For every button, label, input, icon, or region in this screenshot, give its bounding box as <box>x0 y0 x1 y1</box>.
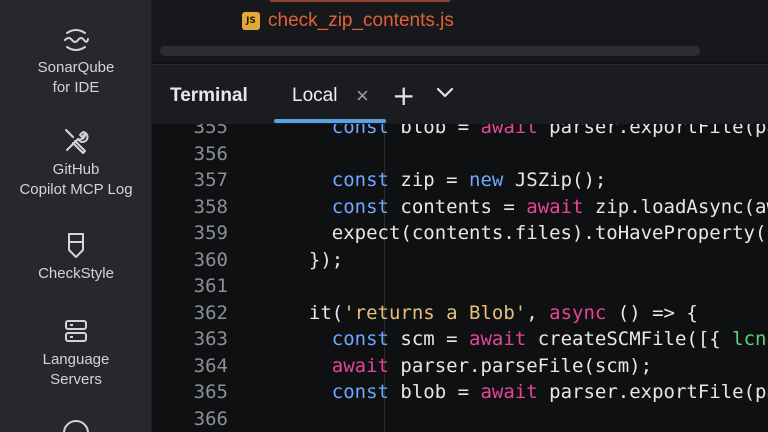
tab-local[interactable]: Local × <box>274 65 386 125</box>
code-line: 366 <box>152 406 768 432</box>
code-line: 358 const contents = await zip.loadAsync… <box>152 194 768 220</box>
code-line: 360 }); <box>152 247 768 273</box>
file-tree-item[interactable]: JS check_zip_contents.js <box>242 10 454 32</box>
code-line: 359 expect(contents.files).toHavePropert… <box>152 220 768 246</box>
code-text: const blob = await parser.exportFile(par <box>331 381 768 403</box>
tab-label: Local <box>292 85 338 106</box>
previous-file-row <box>270 0 450 2</box>
sidebar-item-partial-icon[interactable] <box>63 420 89 432</box>
sidebar-item-label: SonarQube <box>37 59 115 76</box>
tool-window-sidebar: SonarQube for IDE GitHub Copilot MCP Log… <box>0 0 152 432</box>
sidebar-item-github-copilot-mcp-log[interactable]: GitHub Copilot MCP Log <box>0 126 152 200</box>
sidebar-item-label: Copilot MCP Log <box>19 181 133 198</box>
code-line: 362 it('returns a Blob', async () => { <box>152 300 768 326</box>
line-number: 363 <box>193 328 228 350</box>
code-text: await parser.parseFile(scm); <box>331 354 653 377</box>
line-number: 364 <box>193 354 228 377</box>
line-number: 360 <box>193 248 228 271</box>
code-line: 357 const zip = new JSZip(); <box>152 167 768 193</box>
sonar-wave-icon <box>64 29 89 51</box>
code-line: 355 const blob = await parser.exportFile… <box>152 124 768 140</box>
line-number: 358 <box>193 195 228 218</box>
sidebar-item-language-servers[interactable]: Language Servers <box>0 316 152 390</box>
code-line: 361 <box>152 273 768 299</box>
close-icon[interactable]: × <box>356 83 369 109</box>
active-tab-indicator <box>274 119 386 123</box>
line-number: 362 <box>193 301 228 324</box>
code-text: const zip = new JSZip(); <box>331 169 607 191</box>
sidebar-item-label: for IDE <box>52 79 100 96</box>
horizontal-scrollbar[interactable] <box>160 46 700 56</box>
code-text: it('returns a Blob', async () => { <box>286 301 698 324</box>
add-tab-icon[interactable]: + <box>392 79 415 112</box>
sidebar-item-label: Servers <box>50 371 102 388</box>
line-number: 366 <box>193 407 228 430</box>
sidebar-item-label: GitHub <box>52 161 100 178</box>
line-number: 365 <box>193 381 228 403</box>
code-text: }); <box>286 248 344 271</box>
server-stack-icon <box>65 320 87 342</box>
code-text: const blob = await parser.exportFile(par <box>331 124 768 138</box>
sidebar-item-sonarqube[interactable]: SonarQube for IDE <box>0 24 152 98</box>
file-name: check_zip_contents.js <box>268 10 454 31</box>
sidebar-item-checkstyle[interactable]: CheckStyle <box>0 230 152 284</box>
chevron-down-icon[interactable] <box>434 81 456 103</box>
wrench-screwdriver-icon <box>65 129 89 154</box>
line-number: 355 <box>193 124 228 138</box>
terminal-title: Terminal <box>170 85 248 106</box>
terminal-output[interactable]: 355 const blob = await parser.exportFile… <box>152 124 768 432</box>
code-text: expect(contents.files).toHaveProperty('C <box>286 222 768 244</box>
sidebar-item-label: CheckStyle <box>38 265 114 282</box>
project-file-area: JS check_zip_contents.js <box>152 0 768 62</box>
checkstyle-shield-icon <box>68 233 84 258</box>
code-line: 364 await parser.parseFile(scm); <box>152 353 768 379</box>
code-text: const contents = await zip.loadAsync(awa <box>331 195 768 218</box>
code-line: 365 const blob = await parser.exportFile… <box>152 379 768 405</box>
code-text: const scm = await createSCMFile([{ lcn: <box>331 328 768 350</box>
code-line: 363 const scm = await createSCMFile([{ l… <box>152 326 768 352</box>
code-line: 356 <box>152 141 768 167</box>
line-number: 356 <box>193 142 228 165</box>
javascript-file-icon: JS <box>242 12 260 30</box>
line-number: 359 <box>193 222 228 244</box>
line-number: 361 <box>193 275 228 297</box>
line-number: 357 <box>193 169 228 191</box>
sidebar-item-label: Language <box>42 351 110 368</box>
terminal-tab-bar: Terminal Local × + <box>152 64 768 124</box>
